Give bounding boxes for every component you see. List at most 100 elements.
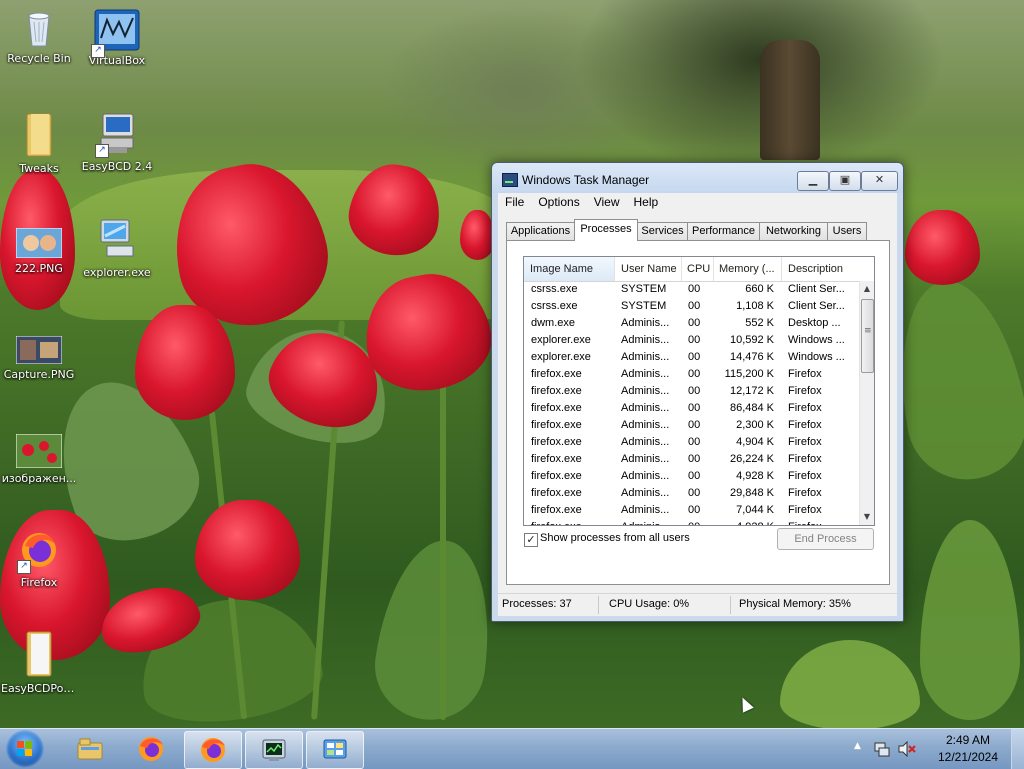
show-hidden-icons-icon[interactable]: ▲ xyxy=(854,741,861,751)
minimize-button[interactable]: ▁ xyxy=(797,171,829,191)
table-row[interactable]: dwm.exe Adminis... 00 552 K Desktop ... xyxy=(524,315,860,332)
column-user-name[interactable]: User Name xyxy=(615,257,682,281)
cell-cpu: 00 xyxy=(688,300,701,312)
sort-ascending-icon: ▲ xyxy=(566,267,573,274)
desktop-icon-recycle-bin[interactable]: Recycle Bin xyxy=(0,8,79,65)
close-button[interactable]: ✕ xyxy=(861,171,898,191)
wallpaper-leaf xyxy=(920,520,1020,720)
desktop-icon-explorer-exe[interactable]: explorer.exe xyxy=(77,216,157,279)
taskbar-explorer-button[interactable] xyxy=(62,731,118,767)
start-button[interactable] xyxy=(6,730,44,768)
table-row[interactable]: explorer.exe Adminis... 00 14,476 K Windows … xyxy=(524,349,860,366)
cell-memory: 552 K xyxy=(745,317,774,329)
desktop-icon-label: изображен... xyxy=(1,472,77,485)
table-row[interactable]: csrss.exe SYSTEM 00 660 K Client Ser... xyxy=(524,281,860,298)
cell-description: Windows ... xyxy=(788,351,845,363)
wallpaper-leaf xyxy=(368,533,502,727)
cell-image-name: explorer.exe xyxy=(531,334,591,346)
table-row[interactable]: firefox.exe Adminis... 00 2,300 K Firefox xyxy=(524,417,860,434)
scroll-thumb[interactable] xyxy=(861,299,874,373)
column-description[interactable]: Description xyxy=(782,257,866,281)
taskbar-firefox-button[interactable] xyxy=(123,731,179,767)
cell-user-name: Adminis... xyxy=(621,470,670,482)
table-row[interactable]: firefox.exeAdminis...004,928 KFirefox xyxy=(524,519,860,525)
table-row[interactable]: firefox.exe Adminis... 00 7,044 K Firefox xyxy=(524,502,860,519)
wallpaper-leaf xyxy=(883,271,1024,489)
cell-image-name: csrss.exe xyxy=(531,283,578,295)
tab-services[interactable]: Services xyxy=(637,222,688,240)
taskbar-control-panel-button[interactable] xyxy=(306,731,364,769)
cell-memory: 4,928 K xyxy=(736,470,774,482)
table-row[interactable]: firefox.exe Adminis... 00 12,172 K Firefox xyxy=(524,383,860,400)
vertical-scrollbar[interactable]: ▲ ▼ xyxy=(859,281,874,525)
cell-user-name: Adminis... xyxy=(621,334,670,346)
table-row[interactable]: firefox.exe Adminis... 00 115,200 K Firefox xyxy=(524,366,860,383)
desktop-icon-capture-png[interactable]: Capture.PNG xyxy=(0,335,79,381)
image-file-icon xyxy=(15,227,63,259)
cell-image-name: firefox.exe xyxy=(531,521,617,525)
cell-description: Firefox xyxy=(788,453,822,465)
desktop-icon-virtualbox[interactable]: ↗ VirtualBox xyxy=(77,8,157,67)
desktop-icon-tweaks[interactable]: Tweaks xyxy=(0,112,79,175)
tab-users[interactable]: Users xyxy=(827,222,867,240)
control-panel-icon xyxy=(323,739,347,759)
taskbar-firefox-window-button[interactable] xyxy=(184,731,242,769)
table-row[interactable]: firefox.exe Adminis... 00 26,224 K Firefox xyxy=(524,451,860,468)
cell-image-name: dwm.exe xyxy=(531,317,576,329)
column-image-name[interactable]: ▲ Image Name xyxy=(524,257,615,281)
status-divider xyxy=(598,596,599,614)
process-list[interactable]: ▲ Image Name User Name CPU Memory (... D… xyxy=(523,256,875,526)
table-row[interactable]: csrss.exe SYSTEM 00 1,108 K Client Ser... xyxy=(524,298,860,315)
taskbar-task-manager-button[interactable] xyxy=(245,731,303,769)
show-desktop-button[interactable] xyxy=(1011,729,1024,769)
desktop-icon-222-png[interactable]: 222.PNG xyxy=(0,227,79,275)
cell-cpu: 00 xyxy=(688,368,701,380)
desktop-icon-easybcd[interactable]: ↗ EasyBCD 2.4 xyxy=(77,110,157,173)
desktop-icon-label: EasyBCDPor... xyxy=(1,682,78,695)
tab-networking[interactable]: Networking xyxy=(759,222,828,240)
task-manager-icon xyxy=(262,739,286,761)
table-row[interactable]: firefox.exe Adminis... 00 86,484 K Firefox xyxy=(524,400,860,417)
table-row[interactable]: explorer.exe Adminis... 00 10,592 K Windows … xyxy=(524,332,860,349)
column-memory[interactable]: Memory (... xyxy=(713,257,782,281)
end-process-button[interactable]: End Process xyxy=(777,528,874,550)
cell-memory: 2,300 K xyxy=(736,419,774,431)
volume-muted-icon[interactable] xyxy=(898,741,916,757)
title-bar[interactable]: Windows Task Manager ▁ ▣ ✕ xyxy=(492,163,903,193)
show-all-processes-label[interactable]: Show processes from all users xyxy=(540,532,690,544)
task-manager-window[interactable]: Windows Task Manager ▁ ▣ ✕ File Options Vi… xyxy=(491,162,904,622)
maximize-button[interactable]: ▣ xyxy=(829,171,861,191)
menu-options[interactable]: Options xyxy=(531,193,586,211)
cell-user-name: Adminis... xyxy=(621,351,670,363)
wallpaper-tulip xyxy=(905,210,980,285)
desktop-icon-easybcdpor[interactable]: EasyBCDPor... xyxy=(0,630,79,695)
cell-image-name: firefox.exe xyxy=(531,487,582,499)
cell-description: Desktop ... xyxy=(788,317,841,329)
tab-applications[interactable]: Applications xyxy=(506,222,575,240)
status-processes: Processes: 37 xyxy=(502,598,572,610)
menu-help[interactable]: Help xyxy=(627,193,666,211)
menu-view[interactable]: View xyxy=(587,193,627,211)
shortcut-arrow-icon: ↗ xyxy=(17,560,31,574)
close-icon: ✕ xyxy=(874,173,885,186)
cell-cpu: 00 xyxy=(688,334,701,346)
table-row[interactable]: firefox.exe Adminis... 00 4,904 K Firefox xyxy=(524,434,860,451)
network-icon[interactable] xyxy=(874,741,890,757)
table-row[interactable]: firefox.exe Adminis... 00 29,848 K Firefox xyxy=(524,485,860,502)
wallpaper-tulip xyxy=(460,210,495,260)
desktop-icon-firefox[interactable]: ↗ Firefox xyxy=(0,530,79,589)
system-clock[interactable]: 2:49 AM 12/21/2024 xyxy=(926,732,1010,766)
desktop-icon-image-ru[interactable]: изображен... xyxy=(0,433,79,485)
status-cpu-usage: CPU Usage: 0% xyxy=(609,598,690,610)
tab-processes[interactable]: Processes xyxy=(574,219,638,241)
table-row[interactable]: firefox.exeAdminis...004,928 KFirefox xyxy=(524,468,860,485)
tab-performance[interactable]: Performance xyxy=(687,222,760,240)
menu-file[interactable]: File xyxy=(498,193,531,211)
scroll-up-icon[interactable]: ▲ xyxy=(860,281,874,297)
scroll-down-icon[interactable]: ▼ xyxy=(860,509,874,525)
column-cpu[interactable]: CPU xyxy=(681,257,714,281)
task-manager-icon xyxy=(502,173,518,187)
shortcut-arrow-icon: ↗ xyxy=(95,144,109,158)
show-all-processes-checkbox[interactable]: ✓ xyxy=(524,533,538,547)
cell-memory: 1,108 K xyxy=(736,300,774,312)
